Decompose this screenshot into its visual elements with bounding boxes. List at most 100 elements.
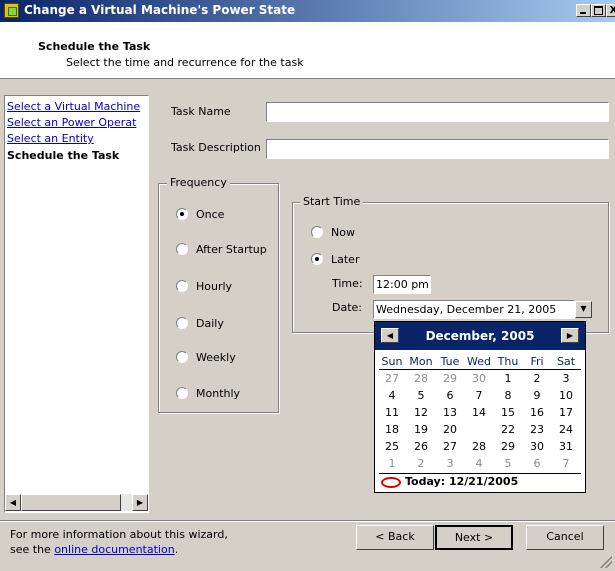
calendar-day[interactable]: 2 (524, 372, 550, 386)
today-circle-icon (381, 477, 401, 488)
date-picker[interactable]: Wednesday, December 21, 2005 (373, 300, 575, 319)
calendar-day[interactable]: 14 (466, 406, 492, 420)
date-label: Date: (332, 301, 362, 314)
scroll-thumb[interactable] (21, 494, 121, 511)
calendar-weekday-label: Fri (530, 355, 544, 368)
nav-horizontal-scrollbar[interactable]: ◀ ▶ (5, 494, 148, 511)
frequency-hourly-radio[interactable] (176, 280, 188, 292)
frequency-daily-radio[interactable] (176, 317, 188, 329)
close-icon[interactable]: X (606, 4, 615, 17)
back-button[interactable]: < Back (356, 525, 434, 550)
calendar-day[interactable]: 30 (524, 440, 550, 454)
frequency-once-label[interactable]: Once (196, 208, 224, 221)
calendar-day[interactable]: 7 (553, 457, 579, 471)
calendar-prev-month-icon[interactable]: ◀ (381, 328, 399, 343)
frequency-hourly-label[interactable]: Hourly (196, 280, 232, 293)
calendar-day-selected[interactable]: 21 (466, 422, 492, 437)
calendar-day[interactable]: 25 (379, 440, 405, 454)
calendar-day[interactable]: 10 (553, 389, 579, 403)
calendar-day[interactable]: 1 (495, 372, 521, 386)
cancel-button[interactable]: Cancel (526, 525, 604, 550)
wizard-step-list: Select a Virtual Machine Select an Power… (4, 95, 149, 513)
calendar-day[interactable]: 18 (379, 423, 405, 437)
nav-item-select-vm[interactable]: Select a Virtual Machine (7, 100, 140, 113)
calendar-day[interactable]: 5 (408, 389, 434, 403)
start-later-radio[interactable] (311, 253, 323, 265)
frequency-daily-label[interactable]: Daily (196, 317, 224, 330)
calendar-day[interactable]: 29 (495, 440, 521, 454)
calendar-day[interactable]: 27 (437, 440, 463, 454)
task-description-input[interactable] (266, 139, 609, 159)
calendar-day[interactable]: 3 (437, 457, 463, 471)
start-now-label[interactable]: Now (331, 226, 355, 239)
nav-item-select-power-operation[interactable]: Select an Power Operat (7, 116, 136, 129)
calendar-divider (379, 369, 581, 370)
next-button[interactable]: Next > (435, 525, 513, 550)
frequency-weekly-radio[interactable] (176, 351, 188, 363)
frequency-after-startup-label[interactable]: After Startup (196, 243, 267, 256)
calendar-day[interactable]: 13 (437, 406, 463, 420)
calendar-day[interactable]: 17 (553, 406, 579, 420)
frequency-monthly-label[interactable]: Monthly (196, 387, 240, 400)
calendar-day[interactable]: 7 (466, 389, 492, 403)
start-now-radio[interactable] (311, 226, 323, 238)
calendar-today-label[interactable]: Today: 12/21/2005 (405, 475, 518, 488)
calendar-day[interactable]: 5 (495, 457, 521, 471)
calendar-day[interactable]: 4 (466, 457, 492, 471)
task-description-label: Task Description (171, 141, 261, 154)
calendar-day[interactable]: 27 (379, 372, 405, 386)
calendar-day[interactable]: 12 (408, 406, 434, 420)
calendar-weekday-label: Tue (440, 355, 460, 368)
calendar-day[interactable]: 28 (408, 372, 434, 386)
calendar-day[interactable]: 30 (466, 372, 492, 386)
date-dropdown-icon[interactable]: ▼ (575, 301, 592, 318)
frequency-weekly-label[interactable]: Weekly (196, 351, 236, 364)
frequency-monthly-radio[interactable] (176, 387, 188, 399)
calendar-day[interactable]: 8 (495, 389, 521, 403)
scroll-right-icon[interactable]: ▶ (132, 494, 148, 511)
start-later-label[interactable]: Later (331, 253, 359, 266)
resize-grip-icon[interactable] (600, 556, 612, 568)
calendar-day[interactable]: 15 (495, 406, 521, 420)
calendar-day[interactable]: 23 (524, 423, 550, 437)
task-name-input[interactable] (266, 102, 609, 122)
task-name-label: Task Name (171, 105, 231, 118)
footer-divider-highlight (0, 521, 615, 522)
maximize-icon[interactable] (591, 4, 606, 17)
minimize-icon[interactable] (576, 4, 591, 17)
footer-info-line2: see the online documentation. (10, 543, 178, 556)
frequency-after-startup-radio[interactable] (176, 243, 188, 255)
calendar-day[interactable]: 16 (524, 406, 550, 420)
calendar-day[interactable]: 2 (408, 457, 434, 471)
calendar-day[interactable]: 24 (553, 423, 579, 437)
calendar-weekday-label: Sat (556, 355, 576, 368)
date-value: Wednesday, December 21, 2005 (376, 303, 557, 316)
calendar-day[interactable]: 3 (553, 372, 579, 386)
time-input[interactable] (373, 275, 431, 294)
frequency-once-radio[interactable] (176, 208, 188, 220)
scroll-left-icon[interactable]: ◀ (5, 494, 21, 511)
calendar-day[interactable]: 29 (437, 372, 463, 386)
calendar-day[interactable]: 6 (524, 457, 550, 471)
calendar-day[interactable]: 19 (408, 423, 434, 437)
nav-item-select-entity[interactable]: Select an Entity (7, 132, 94, 145)
frequency-legend: Frequency (167, 176, 230, 189)
calendar-day[interactable]: 22 (495, 423, 521, 437)
calendar-day[interactable]: 6 (437, 389, 463, 403)
calendar-day[interactable]: 1 (379, 457, 405, 471)
online-documentation-link[interactable]: online documentation (54, 543, 174, 556)
calendar-weekday-label: Wed (467, 355, 491, 368)
calendar-day[interactable]: 20 (437, 423, 463, 437)
calendar-day[interactable]: 26 (408, 440, 434, 454)
calendar-day[interactable]: 4 (379, 389, 405, 403)
calendar-weekday-label: Mon (409, 355, 433, 368)
calendar-day[interactable]: 9 (524, 389, 550, 403)
calendar-day[interactable]: 11 (379, 406, 405, 420)
calendar-month-label: December, 2005 (425, 329, 535, 343)
calendar-day[interactable]: 28 (466, 440, 492, 454)
calendar-next-month-icon[interactable]: ▶ (561, 328, 579, 343)
calendar-weekday-label: Sun (381, 355, 403, 368)
time-label: Time: (332, 277, 363, 290)
calendar-day[interactable]: 31 (553, 440, 579, 454)
calendar-popup: December, 2005 ◀ ▶ Sun Mon Tue Wed Thu Fri Sat… (374, 321, 586, 493)
